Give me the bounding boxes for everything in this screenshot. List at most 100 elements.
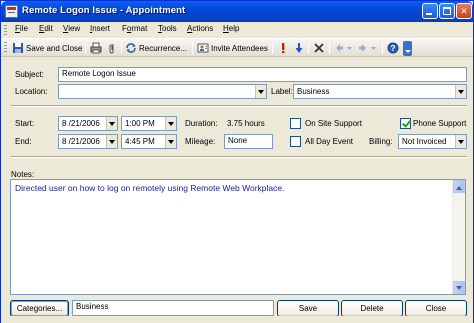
chevron-down-icon[interactable]	[165, 135, 176, 148]
insert-file-button[interactable]	[106, 41, 118, 55]
appointment-form: Subject: Remote Logon Issue Location: La…	[5, 59, 471, 321]
menu-file[interactable]: File	[15, 24, 28, 33]
previous-item-dropdown[interactable]	[347, 41, 352, 55]
toolbar-separator	[308, 42, 309, 54]
toolbar-separator	[382, 42, 383, 54]
chevron-down-icon[interactable]	[455, 85, 466, 98]
appointment-window: Remote Logon Issue - Appointment ✕ File …	[0, 0, 474, 323]
menu-view[interactable]: View	[63, 24, 80, 33]
title-bar[interactable]: Remote Logon Issue - Appointment ✕	[1, 1, 473, 22]
next-item-dropdown[interactable]	[371, 41, 376, 55]
close-icon: ✕	[460, 6, 468, 16]
save-and-close-button[interactable]: Save and Close	[12, 41, 82, 55]
help-icon: ?	[387, 42, 399, 54]
toolbar-overflow-button[interactable]	[403, 41, 412, 56]
invite-attendees-icon	[197, 42, 209, 54]
location-combo[interactable]	[58, 84, 267, 99]
standard-toolbar: Save and Close Recurrence... Invite Atte…	[1, 38, 473, 57]
end-time-select[interactable]: 4:45 PM	[121, 134, 177, 149]
categories-button[interactable]: Categories...	[10, 300, 69, 317]
label-label: Label:	[271, 87, 293, 96]
phone-support-checkbox[interactable]	[400, 118, 411, 129]
billing-label: Billing:	[369, 137, 393, 146]
toolbar-separator	[192, 42, 193, 54]
divider	[11, 105, 467, 107]
save-icon	[12, 42, 24, 54]
phone-support-label: Phone Support	[413, 119, 467, 128]
subject-label: Subject:	[15, 70, 44, 79]
start-time-select[interactable]: 1:00 PM	[121, 116, 177, 131]
toolbar-separator	[329, 42, 330, 54]
notes-scrollbar[interactable]	[452, 180, 465, 294]
menubar-grip[interactable]	[4, 25, 7, 35]
menu-bar: File Edit View Insert Format Tools Actio…	[1, 22, 473, 38]
start-date-picker[interactable]: 8 /21/2006	[58, 116, 118, 131]
duration-label: Duration:	[185, 119, 218, 128]
duration-value: 3.75 hours	[227, 119, 265, 128]
next-item-button[interactable]	[357, 41, 369, 55]
divider	[11, 156, 467, 158]
importance-low-icon	[293, 42, 305, 54]
mileage-input[interactable]: None	[224, 134, 273, 149]
onsite-support-checkbox[interactable]	[290, 118, 301, 129]
toolbar-grip[interactable]	[4, 42, 7, 54]
invite-attendees-button[interactable]: Invite Attendees	[197, 41, 268, 55]
notes-text: Directed user on how to log on remotely …	[15, 183, 285, 193]
menu-insert[interactable]: Insert	[90, 24, 110, 33]
end-date-picker[interactable]: 8 /21/2006	[58, 134, 118, 149]
location-label: Location:	[15, 87, 48, 96]
start-label: Start:	[15, 119, 35, 128]
menu-format[interactable]: Format	[122, 24, 147, 33]
importance-low-button[interactable]	[293, 41, 305, 55]
delete-button[interactable]: Delete	[341, 300, 403, 317]
window-title: Remote Logon Issue - Appointment	[22, 5, 186, 16]
toolbar-separator	[85, 42, 86, 54]
all-day-event-checkbox[interactable]	[290, 136, 301, 147]
recurrence-button[interactable]: Recurrence...	[125, 41, 187, 55]
svg-text:?: ?	[391, 44, 396, 53]
onsite-support-label: On Site Support	[305, 119, 362, 128]
notes-textarea[interactable]: Directed user on how to log on remotely …	[10, 179, 466, 295]
previous-item-button[interactable]	[333, 41, 345, 55]
menu-help[interactable]: Help	[223, 24, 239, 33]
chevron-down-icon	[371, 47, 376, 50]
chevron-down-icon[interactable]	[165, 117, 176, 130]
categories-input[interactable]: Business	[72, 300, 274, 316]
menu-actions[interactable]: Actions	[187, 24, 213, 33]
print-button[interactable]	[90, 41, 102, 55]
minimize-button[interactable]	[422, 3, 438, 19]
close-window-button[interactable]: ✕	[456, 3, 472, 19]
label-select[interactable]: Business	[293, 84, 467, 99]
subject-input[interactable]: Remote Logon Issue	[58, 67, 467, 82]
minimize-icon	[426, 13, 432, 15]
end-label: End:	[15, 137, 32, 146]
all-day-event-label: All Day Event	[305, 137, 354, 146]
billing-select[interactable]: Not Invoiced	[398, 134, 467, 149]
chevron-down-icon[interactable]	[455, 135, 466, 148]
next-item-icon	[357, 42, 369, 54]
delete-toolbar-button[interactable]	[313, 41, 325, 55]
status-bar	[1, 316, 473, 323]
delete-icon	[313, 42, 325, 54]
importance-high-button[interactable]	[277, 41, 289, 55]
scroll-up-icon[interactable]	[453, 180, 465, 193]
chevron-down-icon[interactable]	[106, 135, 117, 148]
attach-icon	[106, 42, 118, 54]
chevron-down-icon	[347, 47, 352, 50]
close-button[interactable]: Close	[405, 300, 467, 317]
chevron-down-icon[interactable]	[255, 85, 266, 98]
menu-tools[interactable]: Tools	[158, 24, 177, 33]
help-button[interactable]: ?	[387, 41, 399, 55]
maximize-icon	[443, 7, 451, 15]
chevron-down-icon[interactable]	[106, 117, 117, 130]
maximize-button[interactable]	[439, 3, 455, 19]
notes-label: Notes:	[11, 170, 35, 179]
mileage-label: Mileage:	[185, 137, 216, 146]
recurrence-icon	[125, 42, 137, 54]
print-icon	[90, 42, 102, 54]
previous-item-icon	[333, 42, 345, 54]
importance-high-icon	[277, 42, 289, 54]
save-button[interactable]: Save	[277, 300, 339, 317]
menu-edit[interactable]: Edit	[39, 24, 53, 33]
scroll-down-icon[interactable]	[453, 281, 465, 294]
